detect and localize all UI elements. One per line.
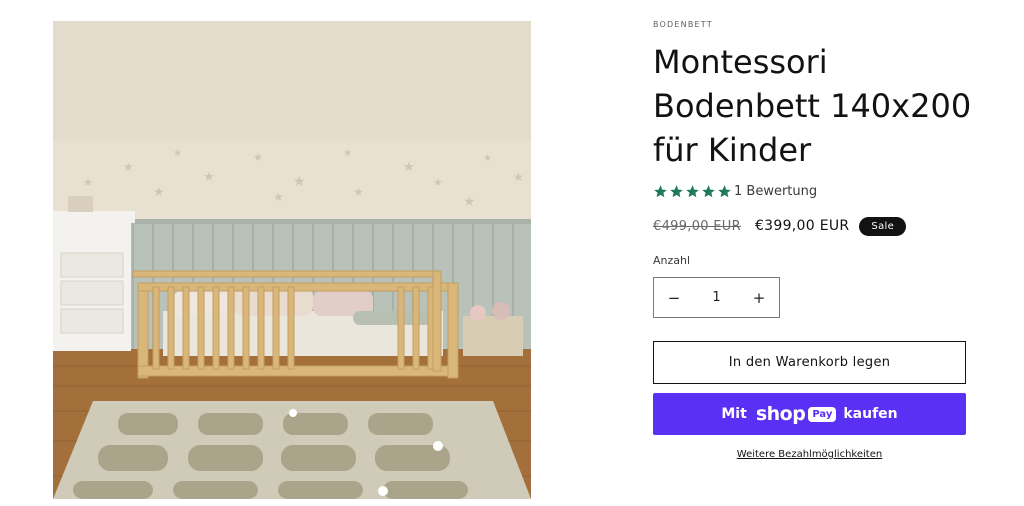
svg-text:★: ★ — [153, 185, 165, 200]
svg-text:★: ★ — [463, 194, 476, 210]
star-icon — [702, 184, 715, 197]
svg-text:★: ★ — [433, 176, 443, 189]
svg-text:★: ★ — [403, 160, 415, 175]
product-info: BODENBETT Montessori Bodenbett 140x200 f… — [653, 18, 973, 460]
svg-text:★: ★ — [123, 160, 134, 174]
shop-pay-suffix: kaufen — [843, 406, 898, 422]
svg-text:★: ★ — [293, 174, 306, 190]
quantity-increase-button[interactable]: + — [739, 278, 779, 317]
svg-text:★: ★ — [343, 148, 352, 159]
product-title: Montessori Bodenbett 140x200 für Kinder — [653, 43, 972, 169]
svg-text:★: ★ — [273, 190, 284, 204]
svg-text:★: ★ — [513, 170, 524, 184]
more-payment-options: Weitere Bezahlmöglichkeiten — [653, 449, 966, 460]
product-vendor: BODENBETT — [653, 20, 713, 29]
quantity-stepper: − + — [653, 277, 780, 318]
star-icon — [654, 184, 667, 197]
svg-text:★: ★ — [203, 170, 215, 185]
shop-pay-badge: Pay — [808, 406, 837, 422]
star-icon — [686, 184, 699, 197]
star-icon — [718, 184, 731, 197]
more-payment-link[interactable]: Weitere Bezahlmöglichkeiten — [737, 449, 882, 460]
svg-text:★: ★ — [173, 148, 182, 159]
regular-price: €499,00 EUR — [653, 218, 741, 234]
rating-stars — [653, 184, 732, 199]
shop-pay-logo: shop Pay — [756, 403, 837, 425]
rating-count: 1 Bewertung — [734, 183, 818, 199]
shop-pay-brand: shop — [755, 403, 806, 425]
sale-price: €399,00 EUR — [754, 218, 850, 234]
sale-badge: Sale — [859, 216, 907, 236]
svg-text:★: ★ — [353, 185, 364, 199]
svg-text:★: ★ — [483, 153, 492, 164]
svg-text:★: ★ — [83, 176, 93, 189]
product-image[interactable]: ★ ★ ★ ★ ★ ★ ★ ★ ★ ★ ★ ★ ★ ★ ★ — [53, 21, 531, 499]
product-rating[interactable]: 1 Bewertung — [653, 182, 973, 200]
quantity-label: Anzahl — [653, 254, 691, 267]
price-block: €499,00 EUR €399,00 EUR Sale — [653, 214, 973, 238]
quantity-input[interactable] — [694, 289, 739, 306]
product-photo-montessori-bed: ★ ★ ★ ★ ★ ★ ★ ★ ★ ★ ★ ★ ★ ★ ★ — [53, 21, 531, 499]
shop-pay-button[interactable]: Mit shop Pay kaufen — [653, 393, 966, 435]
quantity-decrease-button[interactable]: − — [654, 278, 694, 317]
shop-pay-prefix: Mit — [721, 406, 747, 422]
svg-text:★: ★ — [253, 151, 263, 164]
add-to-cart-button[interactable]: In den Warenkorb legen — [653, 341, 966, 384]
star-icon — [670, 184, 683, 197]
